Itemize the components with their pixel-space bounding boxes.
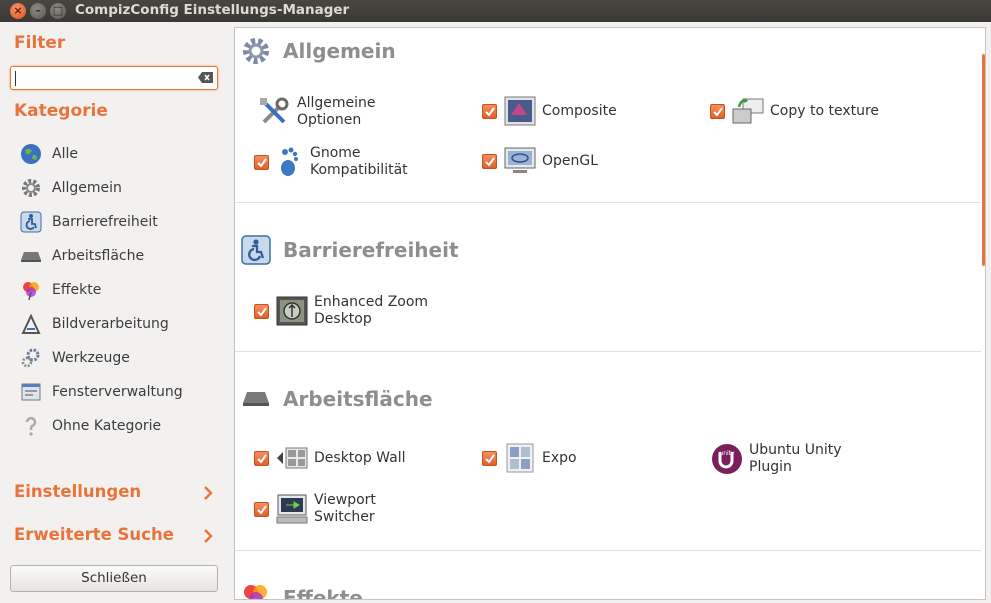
clear-icon[interactable] [198, 72, 213, 83]
plugin-label: Expo [542, 449, 577, 466]
effects-icon [23, 282, 39, 301]
globe-icon [21, 144, 41, 164]
category-item-werkzeuge[interactable]: Werkzeuge [20, 346, 220, 370]
scrollbar[interactable] [981, 28, 985, 599]
category-label: Arbeitsfläche [52, 248, 145, 264]
settings-expander-label: Einstellungen [14, 482, 142, 501]
sidebar: Filter Kategorie Alle Allgemein Barriere… [0, 22, 232, 603]
plugin-ubuntu-unity[interactable]: unity Ubuntu Unity Plugin [710, 442, 841, 476]
category-label: Bildverarbeitung [52, 316, 169, 332]
accessibility-icon [241, 235, 271, 265]
scrollbar-thumb[interactable] [982, 54, 985, 266]
plugin-list-panel: Allgemein Allgemeine Optionen Composite … [234, 27, 986, 600]
accessibility-icon [20, 211, 42, 233]
section-effekte: Effekte [235, 551, 981, 600]
chevron-right-icon [204, 486, 213, 500]
image-processing-icon [21, 313, 41, 334]
category-item-arbeitsflaeche[interactable]: Arbeitsfläche [20, 244, 220, 268]
expo-icon [506, 443, 534, 473]
plugin-desktop-wall[interactable]: Desktop Wall [254, 442, 406, 474]
plugin-checkbox[interactable] [254, 303, 269, 319]
plugin-label: OpenGL [542, 152, 599, 169]
category-label: Werkzeuge [52, 350, 130, 366]
section-title: Allgemein [283, 39, 396, 63]
viewport-icon [276, 494, 308, 524]
plugin-checkbox[interactable] [254, 154, 269, 170]
category-label: Allgemein [52, 180, 122, 196]
plugin-expo[interactable]: Expo [482, 442, 577, 474]
tools-icon [21, 348, 40, 368]
category-item-allgemein[interactable]: Allgemein [20, 176, 220, 200]
category-item-ohne-kategorie[interactable]: Ohne Kategorie [20, 414, 220, 438]
settings-expander[interactable]: Einstellungen [14, 482, 219, 508]
gear-icon [22, 179, 40, 197]
copy-texture-icon [732, 98, 764, 124]
filter-heading: Filter [14, 33, 66, 53]
desktop-wall-icon [277, 447, 308, 469]
unity-icon: unity [712, 444, 742, 474]
tools-icon [260, 97, 289, 124]
plugin-opengl[interactable]: OpenGL [482, 145, 598, 177]
desktop-icon [243, 392, 269, 406]
opengl-icon [504, 147, 536, 173]
composite-icon [504, 96, 536, 126]
section-barrierefreiheit: Barrierefreiheit Enhanced Zoom Desktop [235, 203, 981, 351]
category-label: Ohne Kategorie [52, 418, 162, 434]
category-item-fensterverwaltung[interactable]: Fensterverwaltung [20, 380, 220, 404]
zoom-icon [276, 296, 308, 326]
category-label: Barrierefreiheit [52, 214, 158, 230]
plugin-allgemeine-optionen[interactable]: Allgemeine Optionen [258, 95, 375, 129]
window-maximize-button[interactable]: □ [50, 3, 66, 19]
window-title: CompizConfig Einstellungs-Manager [75, 2, 350, 18]
section-title: Barrierefreiheit [283, 238, 459, 262]
section-title: Effekte [283, 586, 363, 600]
plugin-checkbox[interactable] [482, 450, 497, 466]
plugin-label: Viewport Switcher [314, 492, 376, 525]
section-allgemein: Allgemein Allgemeine Optionen Composite … [235, 28, 981, 202]
chevron-right-icon [204, 529, 213, 543]
plugin-label: Allgemeine Optionen [297, 95, 376, 128]
plugin-label: Copy to texture [770, 102, 880, 119]
plugin-enhanced-zoom-desktop[interactable]: Enhanced Zoom Desktop [254, 294, 428, 328]
gear-icon [243, 38, 269, 64]
window-minimize-button[interactable]: – [30, 3, 46, 19]
plugin-viewport-switcher[interactable]: Viewport Switcher [254, 492, 376, 526]
plugin-copy-to-texture[interactable]: Copy to texture [710, 95, 879, 127]
category-label: Fensterverwaltung [52, 384, 183, 400]
category-item-alle[interactable]: Alle [20, 142, 220, 166]
plugin-label: Composite [542, 102, 617, 119]
title-bar: × – □ CompizConfig Einstellungs-Manager [0, 0, 991, 22]
plugin-label: Ubuntu Unity Plugin [749, 442, 842, 475]
category-item-effekte[interactable]: Effekte [20, 278, 220, 302]
plugin-checkbox[interactable] [254, 450, 269, 466]
plugin-gnome-kompatibilitaet[interactable]: Gnome Kompatibilität [254, 145, 408, 179]
effects-icon [244, 585, 267, 599]
plugin-checkbox[interactable] [254, 501, 269, 517]
category-label: Effekte [52, 282, 102, 298]
plugin-composite[interactable]: Composite [482, 95, 617, 127]
window-management-icon [21, 383, 41, 401]
plugin-checkbox[interactable] [710, 103, 725, 119]
category-heading: Kategorie [14, 101, 108, 121]
plugin-checkbox[interactable] [482, 103, 497, 119]
advanced-search-expander[interactable]: Erweiterte Suche [14, 525, 219, 551]
close-button[interactable]: Schließen [10, 565, 218, 592]
question-icon [25, 416, 37, 436]
section-arbeitsflaeche: Arbeitsfläche Desktop Wall Expo unity Ub… [235, 352, 981, 550]
plugin-checkbox[interactable] [482, 153, 497, 169]
category-item-barrierefreiheit[interactable]: Barrierefreiheit [20, 210, 220, 234]
plugin-label: Desktop Wall [314, 449, 406, 466]
filter-input[interactable] [10, 66, 218, 90]
window-close-button[interactable]: × [10, 3, 26, 19]
unity-icon-text: unity [719, 450, 735, 457]
gnome-icon [281, 147, 298, 176]
category-item-bildverarbeitung[interactable]: Bildverarbeitung [20, 312, 220, 336]
advanced-search-expander-label: Erweiterte Suche [14, 525, 174, 544]
plugin-label: Enhanced Zoom Desktop [314, 294, 429, 327]
category-label: Alle [52, 146, 78, 162]
plugin-label: Gnome Kompatibilität [310, 145, 408, 178]
section-title: Arbeitsfläche [283, 387, 433, 411]
text-cursor [15, 71, 16, 86]
desktop-icon [21, 252, 41, 262]
